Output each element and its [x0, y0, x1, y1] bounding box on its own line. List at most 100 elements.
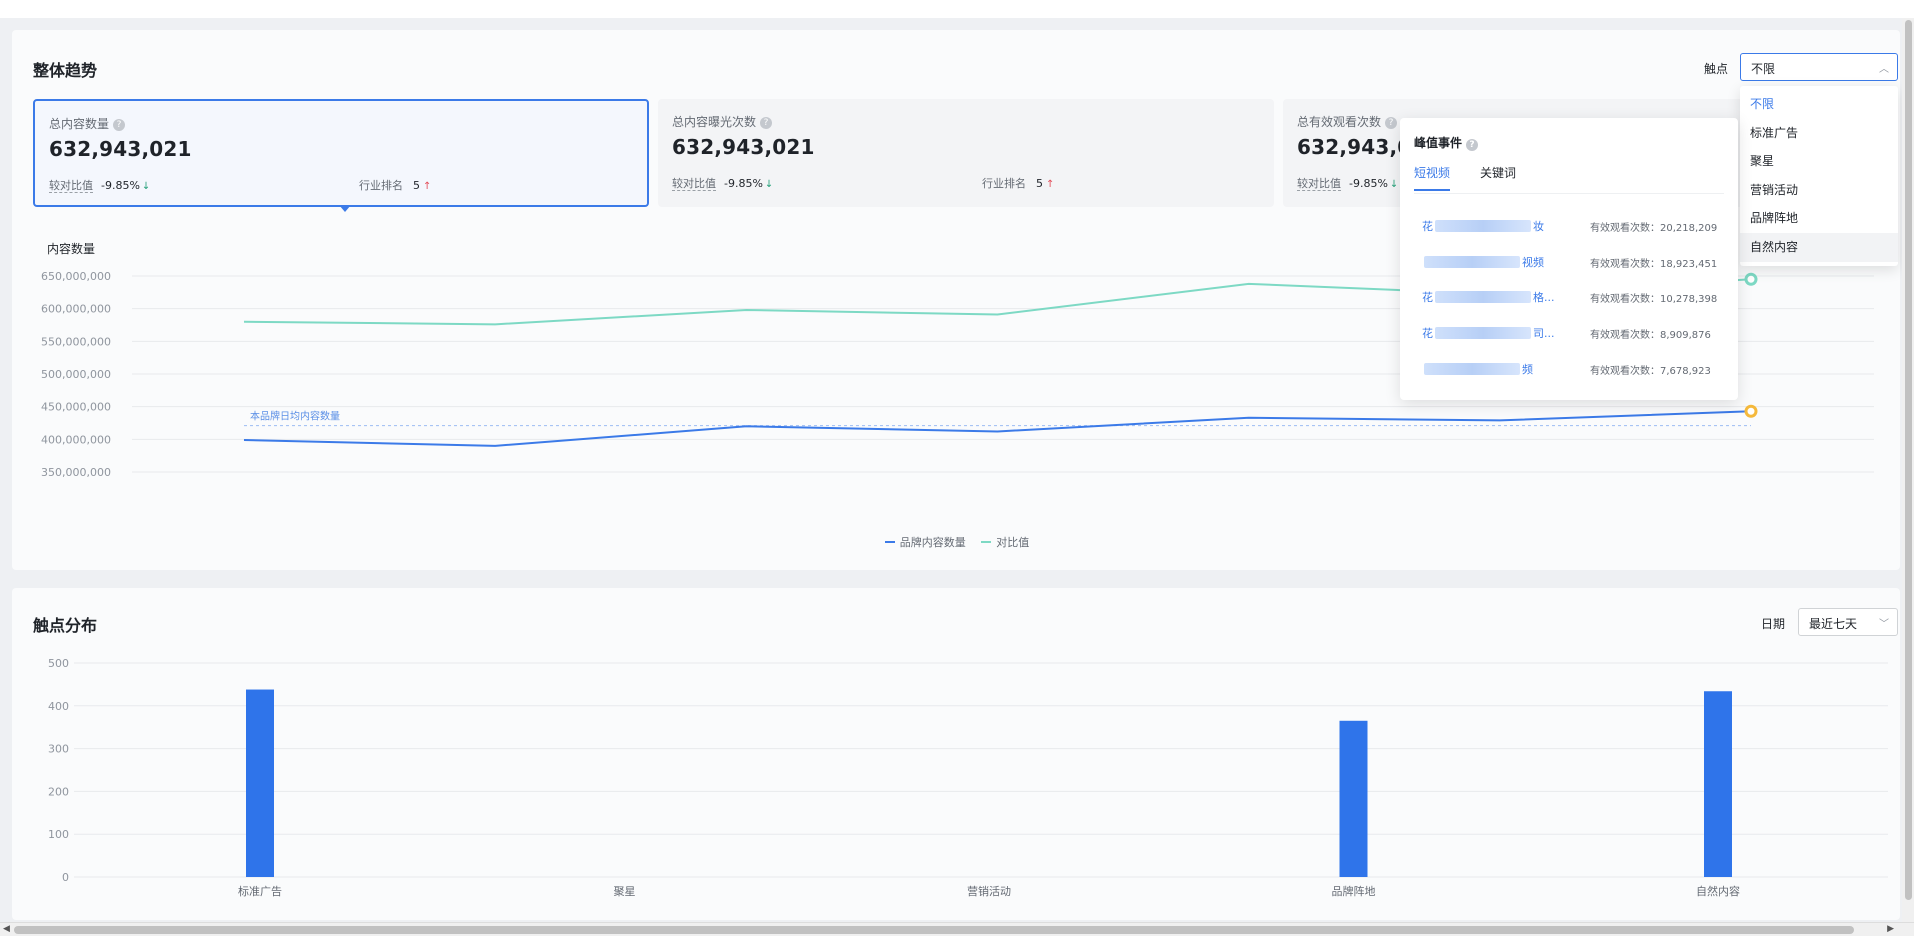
peak-tabs: 短视频 关键词	[1414, 164, 1724, 194]
peak-row[interactable]: 花 司... 有效观看次数：8,909,876	[1422, 325, 1722, 341]
date-filter-label: 日期	[1761, 617, 1786, 631]
help-icon[interactable]: ?	[113, 119, 126, 131]
touch-option[interactable]: 营销活动	[1740, 176, 1898, 205]
date-select[interactable]: 最近七天 ﹀	[1798, 608, 1898, 636]
kpi-value: 632,943,021	[672, 135, 815, 159]
reference-line-label: 本品牌日均内容数量	[250, 410, 340, 423]
series-point-highlight	[1744, 404, 1758, 418]
kpi-value: 632,943,021	[49, 137, 192, 161]
scroll-left-icon[interactable]: ◀	[3, 924, 10, 934]
scrollbar-thumb[interactable]	[1905, 20, 1912, 900]
scrollbar-thumb[interactable]	[14, 926, 1854, 934]
legend-item-compare[interactable]: 对比值	[981, 536, 1029, 549]
peak-row[interactable]: 频 有效观看次数：7,678,923	[1422, 361, 1722, 377]
touch-option[interactable]: 自然内容	[1740, 232, 1898, 262]
tab-short-video[interactable]: 短视频	[1414, 164, 1451, 191]
peak-metric: 有效观看次数：18,923,451	[1590, 259, 1718, 270]
blurred-text	[1435, 291, 1531, 303]
peak-name-suffix: 妆	[1533, 220, 1544, 233]
top-strip	[0, 0, 1914, 18]
peak-title: 峰值事件	[1414, 136, 1463, 150]
compare-value: -9.85%	[101, 179, 140, 192]
legend-swatch	[884, 541, 895, 543]
vertical-scrollbar[interactable]	[1902, 18, 1914, 922]
rank-value: 5	[1036, 177, 1043, 190]
peak-row[interactable]: 花 妆 有效观看次数：20,218,209	[1422, 218, 1722, 234]
chevron-up-icon: ︿	[1879, 64, 1889, 75]
arrow-down-icon: ↓	[1389, 179, 1399, 190]
peak-events-popup: 峰值事件? 短视频 关键词 花 妆 有效观看次数：20,218,209 视频 有效…	[1400, 118, 1738, 400]
compare-value: -9.85%	[1349, 177, 1388, 190]
peak-name-suffix: 频	[1522, 363, 1533, 376]
scroll-right-icon[interactable]: ▶	[1887, 924, 1894, 934]
y-tick-label: 650,000,000	[41, 270, 111, 283]
peak-name-prefix: 花	[1422, 327, 1433, 340]
peak-metric: 有效观看次数：10,278,398	[1590, 294, 1718, 305]
arrow-down-icon: ↓	[764, 179, 774, 190]
compare-label: 较对比值	[1297, 177, 1341, 191]
compare-label: 较对比值	[49, 179, 93, 193]
rank-label: 行业排名	[359, 179, 403, 192]
x-tick-label: 品牌阵地	[1332, 884, 1376, 898]
arrow-down-icon: ↓	[141, 181, 151, 192]
y-tick-label: 400	[48, 700, 69, 713]
blurred-text	[1424, 256, 1520, 268]
tab-keywords[interactable]: 关键词	[1480, 164, 1516, 189]
series-point-highlight	[1744, 272, 1758, 286]
legend-item-brand[interactable]: 品牌内容数量	[884, 536, 966, 549]
help-icon[interactable]: ?	[1466, 139, 1479, 151]
rank-label: 行业排名	[982, 177, 1026, 190]
help-icon[interactable]: ?	[1385, 117, 1398, 129]
rank-value: 5	[413, 179, 420, 192]
peak-name-prefix: 花	[1422, 291, 1433, 304]
compare-label: 较对比值	[672, 177, 716, 191]
bar-自然内容	[1704, 691, 1732, 877]
kpi-card-content-count[interactable]: 总内容数量? 632,943,021 较对比值 -9.85% ↓ 行业排名 5 ↑	[33, 99, 649, 207]
peak-name-suffix: 视频	[1522, 256, 1544, 269]
chevron-down-icon: ﹀	[1879, 619, 1889, 630]
peak-metric: 有效观看次数：20,218,209	[1590, 223, 1718, 234]
peak-row[interactable]: 视频 有效观看次数：18,923,451	[1422, 254, 1722, 270]
bar-标准广告	[246, 689, 274, 877]
y-tick-label: 0	[62, 871, 69, 884]
legend-label: 对比值	[996, 536, 1030, 549]
touch-option[interactable]: 不限	[1740, 90, 1898, 119]
peak-metric: 有效观看次数：8,909,876	[1590, 330, 1711, 341]
y-tick-label: 500,000,000	[41, 368, 111, 381]
trend-title: 整体趋势	[33, 61, 98, 80]
bar-品牌阵地	[1339, 720, 1368, 877]
date-select-value: 最近七天	[1809, 617, 1858, 631]
touch-filter-label: 触点	[1704, 62, 1729, 76]
touch-select[interactable]: 不限 ︿	[1740, 53, 1898, 81]
peak-name-suffix: 格...	[1533, 291, 1555, 304]
y-tick-label: 200	[48, 785, 69, 798]
kpi-card-exposure[interactable]: 总内容曝光次数? 632,943,021 较对比值 -9.85% ↓ 行业排名 5 ↑	[658, 99, 1274, 207]
active-card-pointer	[339, 205, 351, 212]
peak-metric: 有效观看次数：7,678,923	[1590, 366, 1711, 377]
horizontal-scrollbar[interactable]: ◀ ▶	[0, 922, 1914, 936]
y-tick-label: 300	[48, 743, 69, 756]
compare-value: -9.85%	[724, 177, 763, 190]
legend-label: 品牌内容数量	[899, 536, 966, 549]
y-tick-label: 600,000,000	[41, 303, 111, 316]
blurred-text	[1424, 363, 1520, 375]
touch-option[interactable]: 品牌阵地	[1740, 204, 1898, 233]
distribution-title: 触点分布	[33, 616, 98, 635]
blurred-text	[1435, 220, 1531, 232]
legend-swatch	[981, 541, 992, 543]
kpi-label: 总有效观看次数	[1297, 115, 1382, 129]
help-icon[interactable]: ?	[760, 117, 773, 129]
touch-option[interactable]: 标准广告	[1740, 119, 1898, 148]
peak-name-suffix: 司...	[1533, 327, 1555, 340]
y-axis-title: 内容数量	[47, 241, 95, 256]
peak-row[interactable]: 花 格... 有效观看次数：10,278,398	[1422, 289, 1722, 305]
touch-dropdown: 不限 标准广告 聚星 营销活动 品牌阵地 自然内容	[1740, 86, 1898, 266]
kpi-label: 总内容数量	[49, 117, 110, 131]
arrow-up-icon: ↑	[1046, 179, 1055, 190]
x-tick-label: 营销活动	[967, 884, 1011, 898]
touch-option[interactable]: 聚星	[1740, 147, 1898, 176]
blurred-text	[1435, 327, 1531, 339]
y-tick-label: 400,000,000	[41, 433, 111, 446]
distribution-panel: 触点分布 500 400 300 200 100 0 标准广告 聚星 营销活动 品牌阵地 自然内容	[12, 588, 1900, 920]
series-line-brand	[243, 410, 1752, 447]
